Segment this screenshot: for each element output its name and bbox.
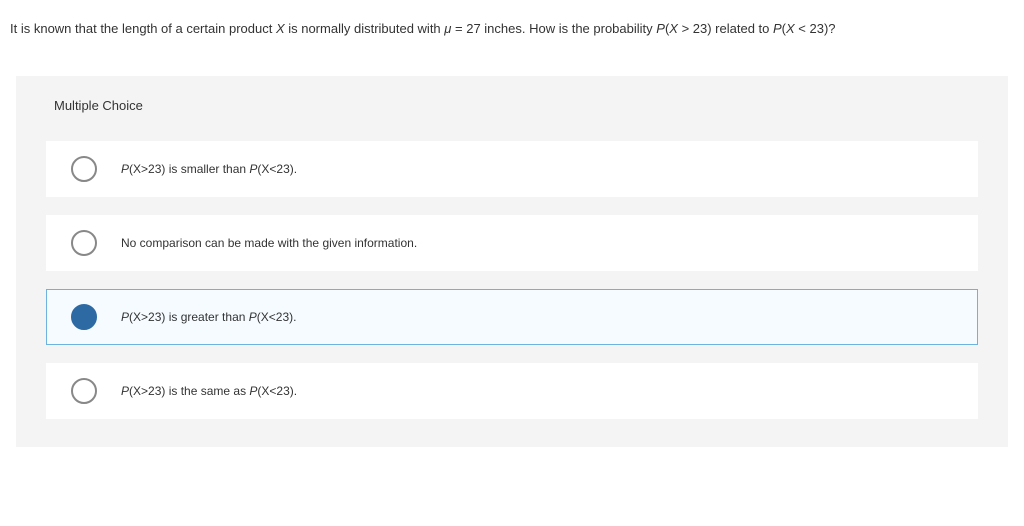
opt-r2: (X<23). xyxy=(257,310,297,324)
q-var2: X xyxy=(669,21,678,36)
question-text: It is known that the length of a certain… xyxy=(0,0,1024,48)
multiple-choice-label: Multiple Choice xyxy=(54,98,978,113)
q-p2rest: < 23)? xyxy=(795,21,836,36)
q-p2: P xyxy=(773,21,782,36)
q-var3: X xyxy=(786,21,795,36)
option-label: No comparison can be made with the given… xyxy=(121,236,417,250)
opt-p1: P xyxy=(121,310,129,324)
q-mid1: is normally distributed with xyxy=(285,21,445,36)
radio-icon xyxy=(71,230,97,256)
radio-icon xyxy=(71,378,97,404)
option-2[interactable]: P(X>23) is greater than P(X<23). xyxy=(46,289,978,345)
options-list: P(X>23) is smaller than P(X<23). No comp… xyxy=(46,141,978,419)
opt-p1: P xyxy=(121,162,129,176)
option-label: P(X>23) is the same as P(X<23). xyxy=(121,384,297,398)
opt-r2: (X<23). xyxy=(257,162,297,176)
option-0[interactable]: P(X>23) is smaller than P(X<23). xyxy=(46,141,978,197)
opt-r1: (X>23) is smaller than xyxy=(129,162,249,176)
q-p1: P xyxy=(656,21,665,36)
option-3[interactable]: P(X>23) is the same as P(X<23). xyxy=(46,363,978,419)
radio-icon xyxy=(71,156,97,182)
opt-p2: P xyxy=(249,310,257,324)
q-p1rest: > 23) related to xyxy=(678,21,773,36)
radio-icon xyxy=(71,304,97,330)
option-label: P(X>23) is greater than P(X<23). xyxy=(121,310,296,324)
q-var1: X xyxy=(276,21,285,36)
option-1[interactable]: No comparison can be made with the given… xyxy=(46,215,978,271)
opt-r2: (X<23). xyxy=(257,384,297,398)
q-mid2: = 27 inches. How is the probability xyxy=(451,21,656,36)
opt-r1: (X>23) is greater than xyxy=(129,310,249,324)
option-label: P(X>23) is smaller than P(X<23). xyxy=(121,162,297,176)
answer-container: Multiple Choice P(X>23) is smaller than … xyxy=(16,76,1008,447)
opt-r1: (X>23) is the same as xyxy=(129,384,249,398)
q-prefix: It is known that the length of a certain… xyxy=(10,21,276,36)
opt-p1: P xyxy=(121,384,129,398)
opt-plain: No comparison can be made with the given… xyxy=(121,236,417,250)
